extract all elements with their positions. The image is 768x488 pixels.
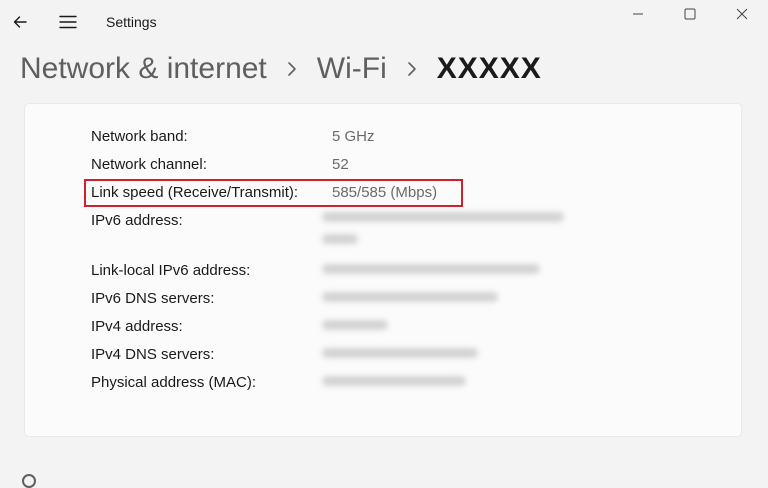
maximize-icon[interactable] xyxy=(670,2,710,26)
breadcrumb: Network & internet Wi-Fi XXXXX xyxy=(20,49,542,89)
ipv6-dns-label: IPv6 DNS servers: xyxy=(91,290,215,307)
ipv4-dns-redacted xyxy=(322,348,478,358)
link-speed-highlight xyxy=(84,179,463,207)
back-arrow-icon[interactable] xyxy=(6,8,34,36)
chevron-right-icon xyxy=(387,54,437,84)
ipv6-address-redacted xyxy=(322,212,564,222)
ipv6-address-label: IPv6 address: xyxy=(91,212,183,229)
ipv4-dns-label: IPv4 DNS servers: xyxy=(91,346,215,363)
network-band-value: 5 GHz xyxy=(332,128,375,145)
ipv6-address-redacted-line2 xyxy=(322,234,358,244)
minimize-icon[interactable] xyxy=(618,2,658,26)
help-icon[interactable] xyxy=(22,474,36,488)
mac-address-redacted xyxy=(322,376,466,386)
link-local-ipv6-label: Link-local IPv6 address: xyxy=(91,262,251,279)
chevron-right-icon xyxy=(267,54,317,84)
breadcrumb-wifi[interactable]: Wi-Fi xyxy=(317,52,387,86)
app-title: Settings xyxy=(106,14,157,30)
breadcrumb-network-internet[interactable]: Network & internet xyxy=(20,52,267,86)
ipv6-dns-redacted xyxy=(322,292,498,302)
title-bar: Settings xyxy=(0,0,768,44)
close-icon[interactable] xyxy=(722,2,762,26)
hamburger-menu-icon[interactable] xyxy=(54,8,82,36)
link-local-ipv6-redacted xyxy=(322,264,540,274)
ipv4-address-redacted xyxy=(322,320,388,330)
network-channel-label: Network channel: xyxy=(91,156,207,173)
mac-address-label: Physical address (MAC): xyxy=(91,374,257,391)
network-channel-value: 52 xyxy=(332,156,349,173)
ipv4-address-label: IPv4 address: xyxy=(91,318,183,335)
breadcrumb-current-network: XXXXX xyxy=(436,52,542,85)
network-band-label: Network band: xyxy=(91,128,188,145)
